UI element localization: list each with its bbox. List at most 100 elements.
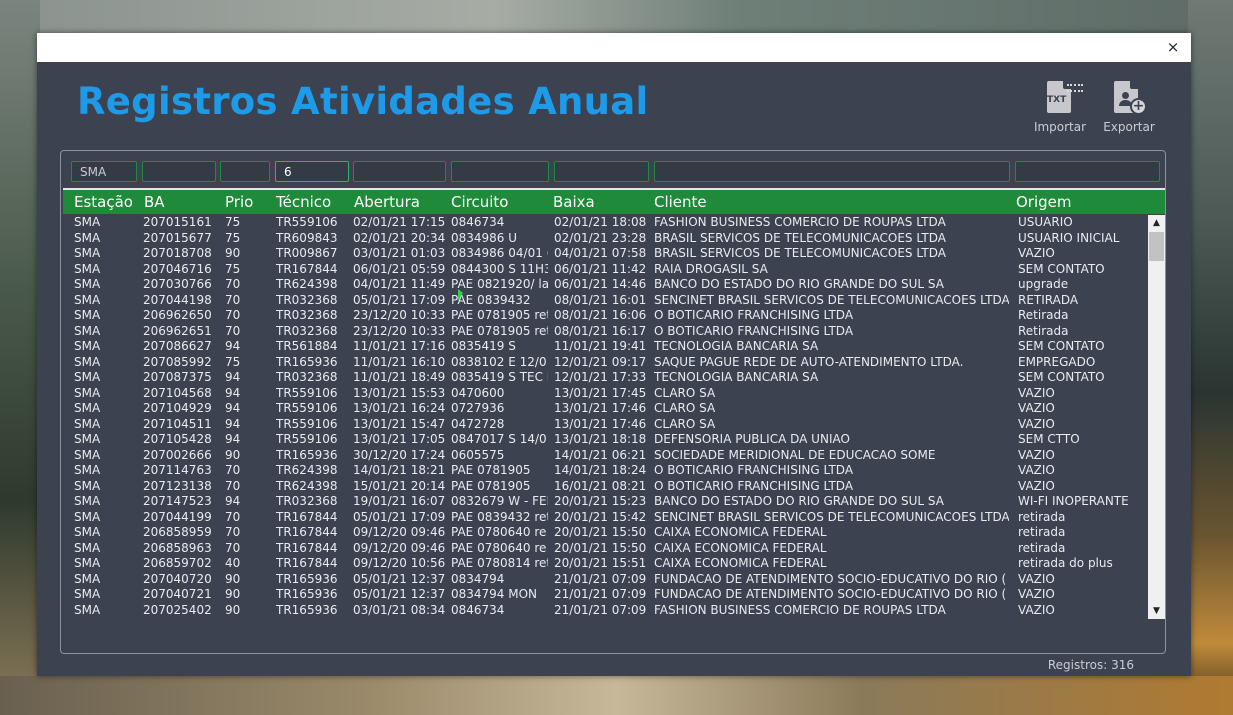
column-header-tecnico[interactable]: Técnico xyxy=(276,193,331,211)
filter-ba[interactable] xyxy=(142,161,216,182)
cell-ba: 206962650 xyxy=(143,308,212,322)
cell-abertura: 09/12/20 09:46 xyxy=(353,540,446,555)
cell-prio: 70 xyxy=(225,308,241,322)
table-row[interactable]: SMA 207030766 70 TR624398 04/01/21 11:49 PAE … xyxy=(63,277,1148,293)
cell-circuito: 0844300 S 11H3 xyxy=(451,261,548,276)
cell-abertura: 13/01/21 16:24 xyxy=(353,401,446,415)
scroll-up-button[interactable]: ▲ xyxy=(1148,215,1165,231)
cell-cliente: SENCINET BRASIL SERVICOS DE TELECOMUNICA… xyxy=(654,292,1009,307)
cell-ba: 207105428 xyxy=(143,432,212,446)
column-header-baixa[interactable]: Baixa xyxy=(553,193,595,211)
column-header-cliente[interactable]: Cliente xyxy=(654,193,707,211)
table-row[interactable]: SMA 207104929 94 TR559106 13/01/21 16:24 0727… xyxy=(63,401,1148,417)
table-row[interactable]: SMA 207086627 94 TR561884 11/01/21 17:16 0835… xyxy=(63,339,1148,355)
filter-cliente[interactable] xyxy=(654,161,1010,182)
table-row[interactable]: SMA 207123138 70 TR624398 15/01/21 20:14 PAE … xyxy=(63,479,1148,495)
filter-tecnico[interactable] xyxy=(275,161,349,182)
cell-prio: 70 xyxy=(225,277,241,291)
table-row[interactable]: SMA 206858963 70 TR167844 09/12/20 09:46 PAE … xyxy=(63,541,1148,557)
cell-baixa: 13/01/21 17:46 xyxy=(554,416,647,431)
column-header-origem[interactable]: Origem xyxy=(1016,193,1072,211)
close-button[interactable]: × xyxy=(1163,37,1183,57)
export-label: Exportar xyxy=(1103,120,1155,134)
cell-tecnico: TR032368 xyxy=(276,292,338,307)
table-row[interactable]: SMA 207002666 90 TR165936 30/12/20 17:24 0605… xyxy=(63,448,1148,464)
filter-origem[interactable] xyxy=(1015,161,1160,182)
column-header-abertura[interactable]: Abertura xyxy=(354,193,420,211)
filter-abertura[interactable] xyxy=(353,161,446,182)
cell-estacao: SMA xyxy=(74,230,101,245)
cell-origem: VAZIO xyxy=(1018,385,1055,400)
filter-baixa[interactable] xyxy=(554,161,649,182)
cell-origem: retirada xyxy=(1018,525,1066,539)
table-row[interactable]: SMA 207114763 70 TR624398 14/01/21 18:21 PAE … xyxy=(63,463,1148,479)
cell-baixa: 11/01/21 19:41 xyxy=(554,339,647,353)
column-header-estacao[interactable]: Estação xyxy=(74,193,133,211)
column-header-ba[interactable]: BA xyxy=(144,193,165,211)
cell-baixa: 12/01/21 09:17 xyxy=(554,354,647,369)
table-row[interactable]: SMA 207104511 94 TR559106 13/01/21 15:47 0472… xyxy=(63,417,1148,433)
cell-tecnico: TR624398 xyxy=(276,277,338,291)
table-row[interactable]: SMA 207046716 75 TR167844 06/01/21 05:59 0844… xyxy=(63,262,1148,278)
cell-tecnico: TR609843 xyxy=(276,230,338,245)
cell-estacao: SMA xyxy=(74,556,101,570)
table-row[interactable]: SMA 206859702 40 TR167844 09/12/20 10:56 PAE … xyxy=(63,556,1148,572)
column-header-prio[interactable]: Prio xyxy=(225,193,253,211)
mouse-cursor xyxy=(458,289,463,301)
cell-abertura: 11/01/21 16:10 xyxy=(353,354,446,369)
cell-ba: 207030766 xyxy=(143,277,212,291)
table-row[interactable]: SMA 207025402 90 TR165936 03/01/21 08:34 0846… xyxy=(63,603,1148,619)
table-row[interactable]: SMA 207015677 75 TR609843 02/01/21 20:34 0834… xyxy=(63,231,1148,247)
column-header-circuito[interactable]: Circuito xyxy=(451,193,508,211)
cell-baixa: 04/01/21 07:58 xyxy=(554,246,647,260)
table-row[interactable]: SMA 207147523 94 TR032368 19/01/21 16:07 0832… xyxy=(63,494,1148,510)
table-row[interactable]: SMA 207018708 90 TR009867 03/01/21 01:03 0834… xyxy=(63,246,1148,262)
cell-cliente: FASHION BUSINESS COMERCIO DE ROUPAS LTDA xyxy=(654,215,946,229)
table-row[interactable]: SMA 207044198 70 TR032368 05/01/21 17:09 PAE … xyxy=(63,293,1148,309)
table-row[interactable]: SMA 207040721 90 TR165936 05/01/21 12:37 0834… xyxy=(63,587,1148,603)
scroll-down-button[interactable]: ▼ xyxy=(1148,603,1165,619)
filter-circuito[interactable] xyxy=(451,161,549,182)
records-list: SMA 207015161 75 TR559106 02/01/21 17:15 0846… xyxy=(63,215,1148,620)
filter-prio[interactable] xyxy=(220,161,270,182)
cell-origem: RETIRADA xyxy=(1018,292,1079,307)
record-count: Registros: 316 xyxy=(1047,658,1134,672)
cell-abertura: 19/01/21 16:07 xyxy=(353,494,446,508)
cell-tecnico: TR032368 xyxy=(276,494,338,508)
cell-baixa: 21/01/21 07:09 xyxy=(554,602,647,617)
table-row[interactable]: SMA 207044199 70 TR167844 05/01/21 17:09 PAE … xyxy=(63,510,1148,526)
export-button[interactable]: + Exportar xyxy=(1099,81,1159,139)
cell-prio: 94 xyxy=(225,416,241,431)
table-row[interactable]: SMA 206962650 70 TR032368 23/12/20 10:33 PAE … xyxy=(63,308,1148,324)
table-row[interactable]: SMA 207105428 94 TR559106 13/01/21 17:05 0847… xyxy=(63,432,1148,448)
import-button[interactable]: TXT Importar xyxy=(1030,81,1090,139)
cell-cliente: TECNOLOGIA BANCARIA SA xyxy=(654,370,819,384)
table-row[interactable]: SMA 207040720 90 TR165936 05/01/21 12:37 0834… xyxy=(63,572,1148,588)
table-row[interactable]: SMA 207104568 94 TR559106 13/01/21 15:53 0470… xyxy=(63,386,1148,402)
page-title: Registros Atividades Anual xyxy=(77,80,649,123)
filter-estacao[interactable] xyxy=(71,161,137,182)
cell-origem: upgrade xyxy=(1018,277,1069,291)
cell-circuito: PAE 0839432 ret xyxy=(451,509,548,524)
vertical-scrollbar[interactable]: ▲ ▼ xyxy=(1148,215,1165,619)
table-row[interactable]: SMA 207085992 75 TR165936 11/01/21 16:10 0838… xyxy=(63,355,1148,371)
cell-tecnico: TR032368 xyxy=(276,370,338,384)
desktop-wallpaper-left xyxy=(0,0,40,715)
table-row[interactable]: SMA 207015161 75 TR559106 02/01/21 17:15 0846… xyxy=(63,215,1148,231)
cell-ba: 207046716 xyxy=(143,261,212,276)
scroll-thumb[interactable] xyxy=(1149,232,1164,261)
txt-import-icon: TXT xyxy=(1045,81,1083,115)
cell-abertura: 03/01/21 01:03 xyxy=(353,246,446,260)
table-row[interactable]: SMA 206962651 70 TR032368 23/12/20 10:33 PAE … xyxy=(63,324,1148,340)
cell-estacao: SMA xyxy=(74,478,101,493)
table-row[interactable]: SMA 206858959 70 TR167844 09/12/20 09:46 PAE … xyxy=(63,525,1148,541)
cell-ba: 207087375 xyxy=(143,370,212,384)
cell-origem: USUARIO xyxy=(1018,215,1073,229)
cell-tecnico: TR165936 xyxy=(276,354,338,369)
cell-ba: 207018708 xyxy=(143,246,212,260)
table-row[interactable]: SMA 207087375 94 TR032368 11/01/21 18:49 0835… xyxy=(63,370,1148,386)
cell-baixa: 02/01/21 23:28 xyxy=(554,230,647,245)
cell-abertura: 09/12/20 09:46 xyxy=(353,525,446,539)
cell-estacao: SMA xyxy=(74,447,101,462)
cell-baixa: 14/01/21 06:21 xyxy=(554,447,647,462)
